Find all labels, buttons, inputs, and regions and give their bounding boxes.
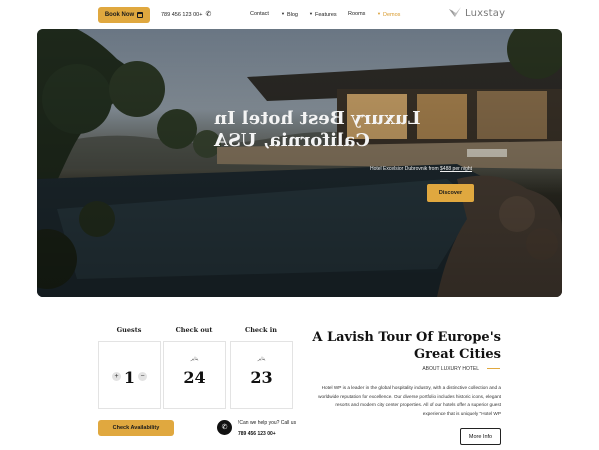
calendar-icon [137, 12, 144, 18]
guests-label: Guests [116, 326, 142, 334]
book-now-label: Book Now [104, 12, 135, 18]
nav-item-contact[interactable]: Contact [250, 11, 269, 17]
hero-title: Luxury Best hotel In California, USA [214, 108, 421, 151]
bird-logo-icon [449, 7, 461, 17]
checkout-month: يناير [190, 356, 199, 361]
nav-item-demos[interactable]: ▼ Demos [377, 11, 400, 18]
promo-tag: ABOUT LUXURY HOTEL [422, 366, 479, 372]
site-header: Book Now 789 456 123 00+ ✆ Contact ▼ Blog… [0, 0, 599, 30]
nav-item-label: Features [314, 12, 337, 18]
checkout-day: 24 [183, 368, 206, 387]
phone-icon[interactable]: ✆ [217, 420, 232, 435]
site-logo[interactable]: Luxstay [448, 6, 505, 20]
help-text: !Can we help you? Call us [238, 420, 297, 426]
nav-item-rooms[interactable]: Rooms [348, 11, 365, 17]
hero-subtitle: Hotel Excelsior Dubrovnik from $488 per … [370, 166, 472, 172]
promo-divider [487, 368, 500, 369]
guests-box: + 1 − [98, 341, 161, 409]
nav-item-label: Demos [382, 12, 401, 18]
nav-item-label: Contact [250, 11, 269, 17]
help-phone-number[interactable]: 789 456 123 00+ [238, 431, 276, 437]
nav-item-blog[interactable]: ▼ Blog [281, 11, 298, 18]
checkout-label: Check out [175, 326, 213, 334]
discover-button[interactable]: Discover [427, 184, 474, 202]
checkin-month: يناير [257, 356, 266, 361]
hero-price: $488 per night [440, 166, 473, 172]
checkin-date-box[interactable]: يناير 23 [230, 341, 293, 409]
checkin-day: 23 [250, 368, 273, 387]
promo-title: A Lavish Tour Of Europe's Great Cities [312, 330, 501, 362]
caret-down-icon: ▼ [281, 11, 285, 16]
logo-text: Luxstay [465, 7, 506, 19]
phone-icon: ✆ [205, 11, 212, 18]
nav-item-features[interactable]: ▼ Features [309, 11, 337, 18]
book-now-button[interactable]: Book Now [98, 7, 150, 23]
checkout-date-box[interactable]: يناير 24 [163, 341, 226, 409]
guests-value: 1 [123, 368, 136, 387]
nav-item-label: Blog [286, 12, 298, 18]
caret-down-icon: ▼ [377, 11, 381, 16]
checkin-label: Check in [245, 326, 277, 334]
hero-background-image [37, 29, 562, 297]
hero-subtitle-text: Hotel Excelsior Dubrovnik from [370, 166, 439, 172]
header-phone-number: 789 456 123 00+ [161, 11, 203, 18]
hero-banner: Luxury Best hotel In California, USA Hot… [37, 29, 562, 297]
caret-down-icon: ▼ [309, 11, 313, 16]
nav-item-label: Rooms [348, 11, 366, 17]
promo-body: Hotel WP is a leader in the global hospi… [318, 385, 501, 416]
check-availability-button[interactable]: Check Availability [98, 420, 174, 436]
more-info-button[interactable]: More Info [460, 428, 501, 445]
header-phone[interactable]: 789 456 123 00+ ✆ [161, 11, 211, 18]
guests-decrement-button[interactable]: − [138, 372, 147, 381]
